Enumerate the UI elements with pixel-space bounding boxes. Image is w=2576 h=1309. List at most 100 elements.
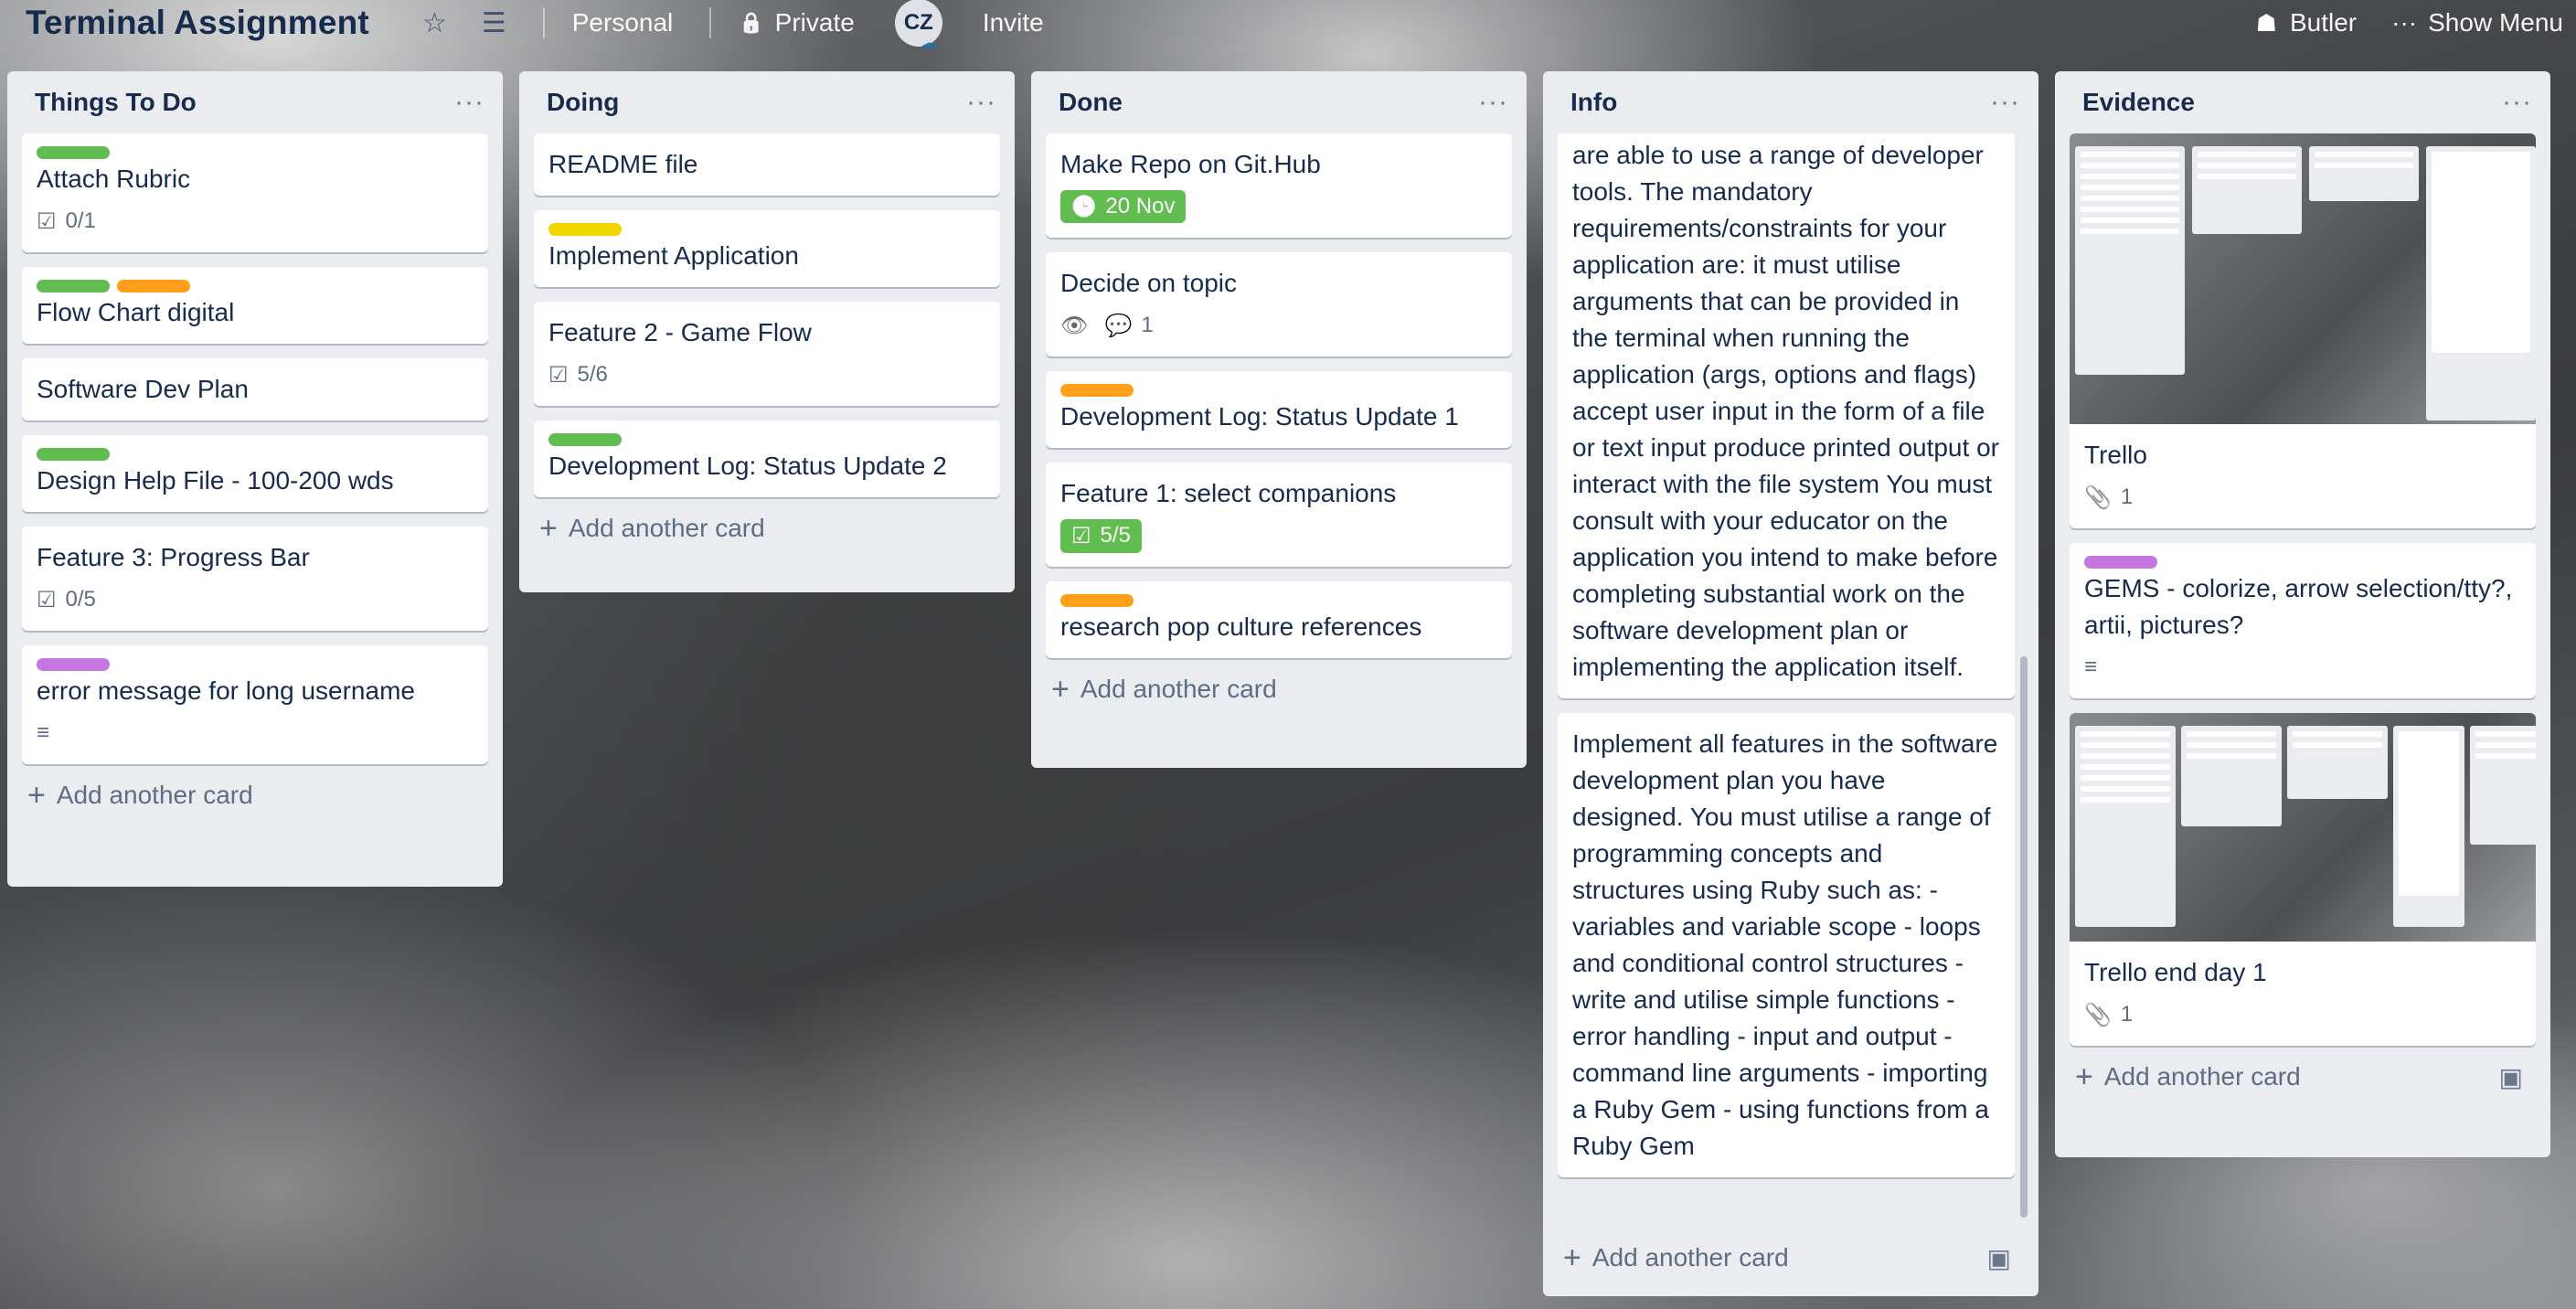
- plus-icon: +: [2075, 1059, 2093, 1094]
- add-card-content: + Add another card: [2075, 1059, 2301, 1095]
- card[interactable]: Decide on topic 👁 💬 1: [1046, 252, 1512, 357]
- card[interactable]: README file: [534, 133, 1000, 196]
- list-title[interactable]: Doing: [547, 88, 619, 117]
- list-menu-icon[interactable]: ···: [454, 87, 484, 118]
- list-things-to-do: Things To Do ··· Attach Rubric ☑ 0/1 Flow…: [7, 71, 503, 887]
- card[interactable]: Trello end day 1 📎 1: [2070, 713, 2536, 1046]
- label-green[interactable]: [37, 280, 110, 293]
- list-title[interactable]: Evidence: [2082, 88, 2195, 117]
- list-title[interactable]: Things To Do: [35, 88, 197, 117]
- checklist-count: 0/5: [65, 587, 96, 612]
- card-title: Software Dev Plan: [37, 375, 249, 403]
- list-scrollbar[interactable]: [2020, 656, 2028, 1218]
- list-doing: Doing ··· README file Implement Applicat…: [519, 71, 1015, 592]
- add-card-button[interactable]: + Add another card: [7, 764, 503, 826]
- add-card-button[interactable]: + Add another card: [519, 497, 1015, 559]
- card-list: Make Repo on Git.Hub 🕒 20 Nov Decide on t…: [1031, 133, 1527, 658]
- list-header[interactable]: Things To Do ···: [7, 71, 503, 133]
- checklist-badge: ☑ 0/5: [37, 587, 96, 613]
- label-orange[interactable]: [1060, 384, 1134, 397]
- label-green[interactable]: [37, 146, 110, 159]
- card[interactable]: GEMS - colorize, arrow selection/tty?, a…: [2070, 543, 2536, 698]
- butler-button[interactable]: ☗ Butler: [2243, 4, 2369, 42]
- label-green[interactable]: [37, 448, 110, 461]
- template-icon[interactable]: ▣: [1987, 1243, 2011, 1273]
- card-labels: [1060, 384, 1497, 397]
- butler-icon: ☗: [2255, 8, 2277, 37]
- plus-icon: +: [27, 777, 46, 813]
- card[interactable]: Implement Application: [534, 210, 1000, 287]
- board-title[interactable]: Terminal Assignment: [26, 4, 369, 42]
- star-button[interactable]: ☆: [410, 4, 460, 42]
- card-badges: ≡: [37, 715, 474, 751]
- card[interactable]: Attach Rubric ☑ 0/1: [22, 133, 488, 252]
- add-card-button[interactable]: + Add another card ▣: [2055, 1046, 2550, 1108]
- card[interactable]: Development Log: Status Update 1: [1046, 371, 1512, 448]
- add-card-content: + Add another card: [539, 511, 765, 547]
- personal-button[interactable]: Personal: [559, 4, 687, 42]
- card[interactable]: Software Dev Plan: [22, 358, 488, 420]
- card-title: Feature 3: Progress Bar: [37, 543, 310, 571]
- list-title[interactable]: Done: [1059, 88, 1123, 117]
- label-purple[interactable]: [37, 658, 110, 671]
- dots-icon: ···: [2391, 8, 2418, 37]
- watching-badge: 👁: [1060, 313, 1088, 339]
- add-card-button[interactable]: + Add another card ▣: [1543, 1227, 2038, 1289]
- card-labels: [548, 433, 985, 446]
- plus-icon: +: [1051, 671, 1070, 707]
- checklist-count: 5/6: [577, 362, 608, 387]
- attachment-thumbnail[interactable]: [2070, 133, 2536, 424]
- card[interactable]: Development Log: Status Update 2: [534, 420, 1000, 497]
- card-badges: ☑ 0/1: [37, 203, 474, 239]
- add-card-content: + Add another card: [1563, 1240, 1789, 1276]
- card[interactable]: Design Help File - 100-200 wds: [22, 435, 488, 512]
- label-orange[interactable]: [1060, 594, 1134, 607]
- checklist-badge: ☑ 5/6: [548, 362, 608, 388]
- card[interactable]: Feature 2 - Game Flow ☑ 5/6: [534, 302, 1000, 406]
- checklist-icon: ☑: [548, 362, 569, 388]
- card-title: Feature 2 - Game Flow: [548, 318, 812, 346]
- show-menu-button[interactable]: ··· Show Menu: [2379, 4, 2576, 42]
- invite-button[interactable]: Invite: [970, 4, 1057, 42]
- label-orange[interactable]: [117, 280, 190, 293]
- board-menu-button[interactable]: ☰: [469, 4, 519, 42]
- card[interactable]: Make Repo on Git.Hub 🕒 20 Nov: [1046, 133, 1512, 238]
- card-list: README file Implement Application Featur…: [519, 133, 1015, 497]
- card[interactable]: Flow Chart digital: [22, 267, 488, 344]
- list-header[interactable]: Evidence ···: [2055, 71, 2550, 133]
- card[interactable]: Feature 3: Progress Bar ☑ 0/5: [22, 527, 488, 631]
- show-menu-label: Show Menu: [2428, 8, 2563, 37]
- paperclip-icon: 📎: [2084, 484, 2112, 510]
- card[interactable]: Implement all features in the software d…: [1558, 713, 2015, 1177]
- label-purple[interactable]: [2084, 556, 2157, 569]
- attachment-badge: 📎 1: [2084, 484, 2133, 511]
- due-date-badge[interactable]: 🕒 20 Nov: [1060, 190, 1187, 223]
- card-badges: ☑ 5/5: [1060, 517, 1497, 554]
- attachment-thumbnail[interactable]: [2070, 713, 2536, 942]
- card[interactable]: research pop culture references: [1046, 581, 1512, 658]
- list-menu-icon[interactable]: ···: [2502, 87, 2532, 118]
- list-header[interactable]: Done ···: [1031, 71, 1527, 133]
- add-card-content: + Add another card: [27, 778, 253, 814]
- list-menu-icon[interactable]: ···: [1990, 87, 2020, 118]
- add-card-button[interactable]: + Add another card: [1031, 658, 1527, 720]
- clock-icon: 🕒: [1071, 195, 1097, 218]
- card-title: Make Repo on Git.Hub: [1060, 150, 1321, 178]
- avatar[interactable]: CZ ︽: [894, 0, 942, 51]
- list-menu-icon[interactable]: ···: [966, 87, 996, 118]
- card[interactable]: Trello 📎 1: [2070, 133, 2536, 528]
- card[interactable]: error message for long username ≡: [22, 645, 488, 764]
- template-icon[interactable]: ▣: [2499, 1062, 2523, 1092]
- due-date: 20 Nov: [1105, 194, 1176, 218]
- list-menu-icon[interactable]: ···: [1478, 87, 1508, 118]
- card-title: Development Log: Status Update 2: [548, 452, 947, 480]
- header-divider: [709, 7, 712, 38]
- label-green[interactable]: [548, 433, 622, 446]
- card[interactable]: are able to use a range of developer too…: [1558, 133, 2015, 698]
- private-button[interactable]: 🔒 Private: [726, 4, 868, 42]
- list-title[interactable]: Info: [1570, 88, 1617, 117]
- label-yellow[interactable]: [548, 223, 622, 236]
- list-header[interactable]: Info ···: [1543, 71, 2038, 133]
- card[interactable]: Feature 1: select companions ☑ 5/5: [1046, 463, 1512, 567]
- list-header[interactable]: Doing ···: [519, 71, 1015, 133]
